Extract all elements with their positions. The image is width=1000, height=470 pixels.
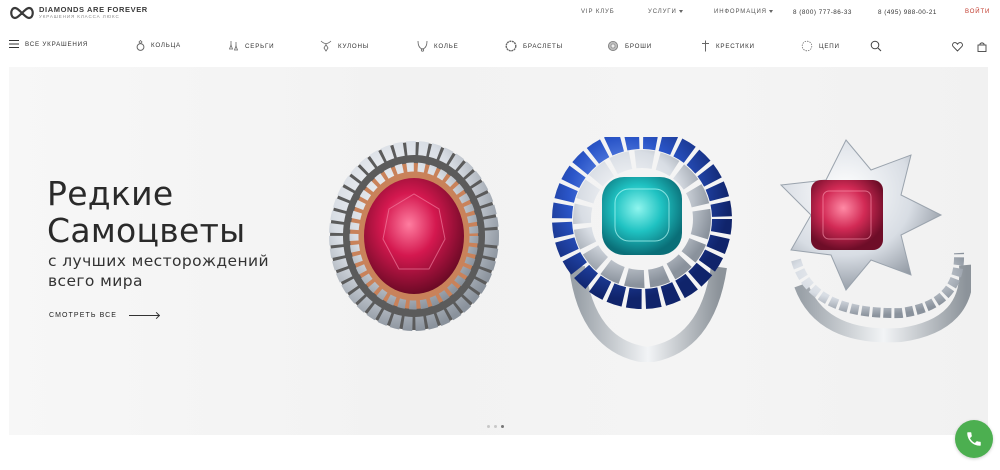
nav-label-chains: ЦЕПИ: [819, 42, 840, 50]
nav-item-brooches[interactable]: БРОШИ: [607, 40, 652, 52]
information-label: ИНФОРМАЦИЯ: [714, 9, 767, 15]
view-all-link[interactable]: СМОТРЕТЬ ВСЕ: [49, 312, 160, 319]
paraiba-sapphire-ring-image: [552, 137, 732, 362]
phone-number-1[interactable]: 8 (800) 777-86-33: [793, 9, 852, 16]
slide-dot-2[interactable]: [494, 425, 497, 428]
favorites-button[interactable]: [952, 39, 963, 57]
slider-pagination: [487, 425, 504, 428]
phone-number-2[interactable]: 8 (495) 988-00-21: [878, 9, 937, 16]
hero-banner[interactable]: Редкие Самоцветы с лучших месторождений …: [9, 67, 988, 435]
hero-subtitle: с лучших месторождений всего мира: [48, 251, 269, 291]
login-link[interactable]: ВОЙТИ: [965, 9, 990, 15]
top-bar: DIAMONDS ARE FOREVER УКРАШЕНИЯ КЛАССА ЛЮ…: [0, 0, 1000, 26]
nav-item-chains[interactable]: ЦЕПИ: [801, 40, 840, 52]
nav-item-necklaces[interactable]: КОЛЬЕ: [417, 40, 459, 52]
ring-icon: [136, 40, 145, 51]
services-label: УСЛУГИ: [648, 9, 677, 15]
slide-dot-1[interactable]: [487, 425, 490, 428]
nav-item-bracelets[interactable]: БРАСЛЕТЫ: [505, 40, 563, 52]
nav-label-brooches: БРОШИ: [625, 42, 652, 50]
arrow-right-icon: [129, 315, 160, 316]
category-nav: ВСЕ УКРАШЕНИЯ КОЛЬЦА СЕРЬГИ КУЛОНЫ КОЛЬЕ…: [0, 30, 1000, 62]
cross-icon: [702, 40, 709, 52]
nav-label-pendants: КУЛОНЫ: [338, 42, 370, 50]
nav-label-necklaces: КОЛЬЕ: [434, 42, 459, 50]
brand-logo[interactable]: DIAMONDS ARE FOREVER УКРАШЕНИЯ КЛАССА ЛЮ…: [8, 5, 148, 21]
nav-label-crosses: КРЕСТИКИ: [716, 42, 755, 50]
information-menu[interactable]: ИНФОРМАЦИЯ: [714, 9, 773, 15]
hero-title-line-2: Самоцветы: [47, 211, 246, 250]
view-all-label: СМОТРЕТЬ ВСЕ: [49, 312, 118, 319]
necklace-icon: [417, 40, 428, 52]
bracelet-icon: [505, 40, 517, 52]
brooch-icon: [608, 41, 618, 51]
nav-item-earrings[interactable]: СЕРЬГИ: [229, 40, 274, 52]
earrings-icon: [229, 41, 239, 51]
ruby-halo-ring-image: [329, 141, 499, 331]
nav-item-pendants[interactable]: КУЛОНЫ: [320, 40, 369, 52]
services-menu[interactable]: УСЛУГИ: [648, 9, 683, 15]
nav-label-earrings: СЕРЬГИ: [245, 42, 275, 50]
brand-tagline: УКРАШЕНИЯ КЛАССА ЛЮКС: [39, 13, 120, 19]
pendant-icon: [320, 40, 332, 52]
bag-icon: [977, 42, 987, 52]
hero-subtitle-line-1: с лучших месторождений: [48, 252, 269, 270]
search-icon: [870, 40, 882, 52]
cart-button[interactable]: [977, 39, 987, 57]
nav-item-crosses[interactable]: КРЕСТИКИ: [701, 40, 755, 52]
vip-club-link[interactable]: VIP КЛУБ: [581, 9, 615, 15]
nav-label-rings: КОЛЬЦА: [151, 42, 181, 49]
chevron-down-icon: [768, 9, 773, 13]
nav-label-bracelets: БРАСЛЕТЫ: [523, 42, 563, 50]
phone-icon: [967, 432, 981, 446]
chevron-down-icon: [678, 9, 683, 13]
brand-name: DIAMONDS ARE FOREVER: [39, 5, 148, 14]
chain-icon: [801, 40, 813, 52]
hamburger-icon: [9, 40, 19, 48]
search-button[interactable]: [870, 39, 882, 57]
slide-dot-3[interactable]: [501, 425, 504, 428]
all-jewelry-label: ВСЕ УКРАШЕНИЯ: [25, 40, 89, 48]
infinity-icon: [10, 6, 34, 20]
nav-item-rings[interactable]: КОЛЬЦА: [136, 40, 181, 51]
all-jewelry-menu[interactable]: ВСЕ УКРАШЕНИЯ: [9, 40, 88, 48]
hero-title: Редкие Самоцветы: [47, 175, 246, 249]
spinel-diamond-ring-image: [779, 139, 971, 343]
heart-icon: [952, 42, 963, 52]
hero-title-line-1: Редкие: [47, 174, 174, 213]
call-button[interactable]: [955, 420, 993, 458]
hero-subtitle-line-2: всего мира: [48, 272, 143, 290]
